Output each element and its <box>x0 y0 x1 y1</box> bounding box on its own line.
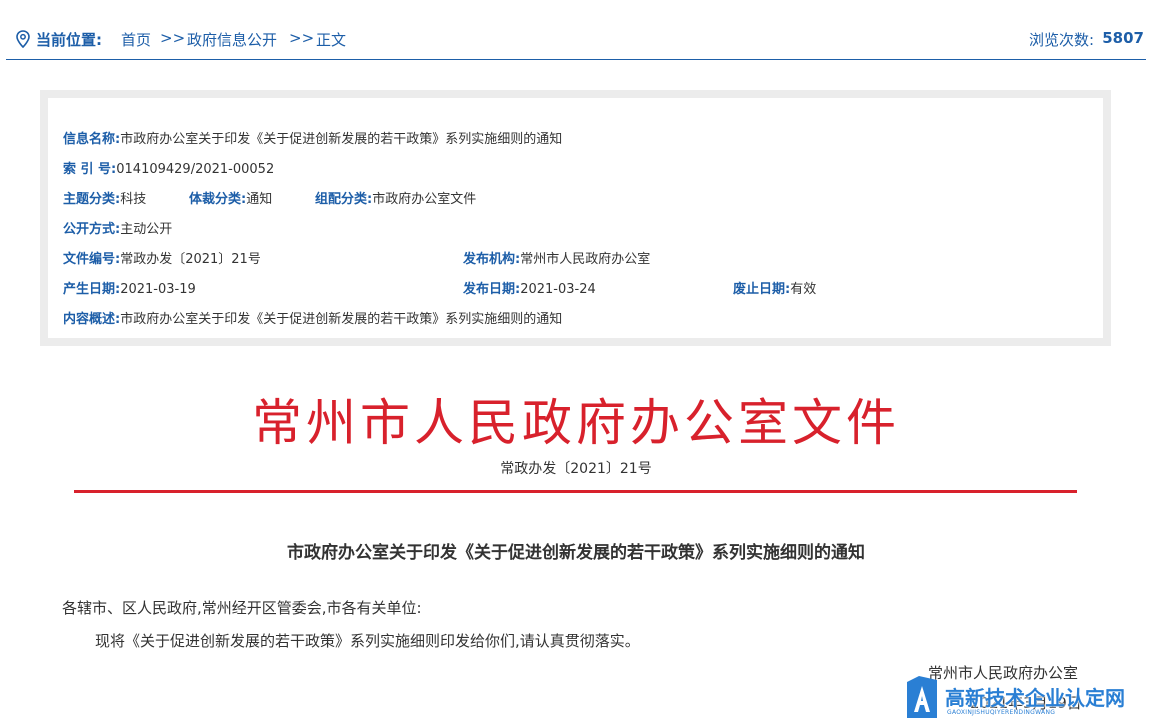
breadcrumb-separator: >> <box>160 29 186 47</box>
meta-row-index: 索 引 号:014109429/2021-00052 <box>63 158 274 178</box>
meta-value: 有效 <box>790 282 817 297</box>
meta-value: 市政府办公室关于印发《关于促进创新发展的若干政策》系列实施细则的通知 <box>120 132 563 147</box>
view-count-label: 浏览次数: <box>1028 31 1094 49</box>
meta-label: 内容概述: <box>63 312 121 327</box>
meta-value: 2021-03-19 <box>120 282 196 297</box>
body-paragraph: 现将《关于促进创新发展的若干政策》系列实施细则印发给你们,请认真贯彻落实。 <box>95 632 640 650</box>
meta-label: 公开方式: <box>63 222 121 237</box>
notice-title: 市政府办公室关于印发《关于促进创新发展的若干政策》系列实施细则的通知 <box>287 543 865 563</box>
meta-value: 014109429/2021-00052 <box>116 162 275 177</box>
view-count-value: 5807 <box>1102 29 1144 47</box>
meta-label: 发布机构: <box>463 252 521 267</box>
salutation-paragraph: 各辖市、区人民政府,常州经开区管委会,市各有关单位: <box>62 599 422 617</box>
meta-label: 组配分类: <box>315 192 373 207</box>
meta-label: 产生日期: <box>63 282 121 297</box>
meta-label: 信息名称: <box>63 132 121 147</box>
meta-value: 常政办发〔2021〕21号 <box>120 252 261 267</box>
meta-value: 主动公开 <box>120 222 173 237</box>
meta-value: 2021-03-24 <box>520 282 596 297</box>
meta-row-category: 主题分类:科技 体裁分类:通知 组配分类:市政府办公室文件 <box>63 188 763 208</box>
meta-label: 发布日期: <box>463 282 521 297</box>
breadcrumb-label: 当前位置: <box>36 31 102 49</box>
location-pin-icon <box>16 30 30 48</box>
meta-label: 废止日期: <box>733 282 791 297</box>
metadata-table: 信息名称:市政府办公室关于印发《关于促进创新发展的若干政策》系列实施细则的通知 … <box>48 98 1103 338</box>
meta-value: 市政府办公室文件 <box>372 192 477 207</box>
breadcrumb-section-link[interactable]: 政府信息公开 <box>187 29 277 50</box>
breadcrumb-home-link[interactable]: 首页 <box>121 29 151 50</box>
meta-label: 文件编号: <box>63 252 121 267</box>
meta-label: 体裁分类: <box>189 192 247 207</box>
meta-label: 主题分类: <box>63 192 121 207</box>
breadcrumb-current: 正文 <box>316 31 347 49</box>
red-divider <box>74 490 1077 493</box>
watermark-logo-icon <box>907 676 937 718</box>
meta-row-open: 公开方式:主动公开 <box>63 218 172 238</box>
meta-row-dates: 产生日期:2021-03-19 发布日期:2021-03-24 废止日期:有效 <box>63 278 963 298</box>
meta-row-summary: 内容概述:市政府办公室关于印发《关于促进创新发展的若干政策》系列实施细则的通知 <box>63 308 562 328</box>
watermark-text: 高新技术企业认定网 <box>945 686 1125 710</box>
breadcrumb-bar: 当前位置: 首页 >> 政府信息公开 >> 正文 浏览次数: 5807 <box>6 0 1146 60</box>
meta-row-docno: 文件编号:常政办发〔2021〕21号 发布机构:常州市人民政府办公室 <box>63 248 963 268</box>
document-number: 常政办发〔2021〕21号 <box>500 461 652 477</box>
watermark: 高新技术企业认定网 GAOXINJISHUQIYERENDINGWANG <box>905 672 1152 723</box>
document-red-header: 常州市人民政府办公室文件 <box>252 394 900 452</box>
metadata-panel: 信息名称:市政府办公室关于印发《关于促进创新发展的若干政策》系列实施细则的通知 … <box>40 90 1111 346</box>
watermark-subtext: GAOXINJISHUQIYERENDINGWANG <box>947 709 1056 716</box>
meta-value: 科技 <box>120 192 147 207</box>
meta-value: 常州市人民政府办公室 <box>520 252 651 267</box>
meta-value: 市政府办公室关于印发《关于促进创新发展的若干政策》系列实施细则的通知 <box>120 312 563 327</box>
breadcrumb-separator: >> <box>289 29 315 47</box>
meta-value: 通知 <box>246 192 273 207</box>
meta-row-name: 信息名称:市政府办公室关于印发《关于促进创新发展的若干政策》系列实施细则的通知 <box>63 128 562 148</box>
meta-label: 索 引 号: <box>63 162 117 177</box>
